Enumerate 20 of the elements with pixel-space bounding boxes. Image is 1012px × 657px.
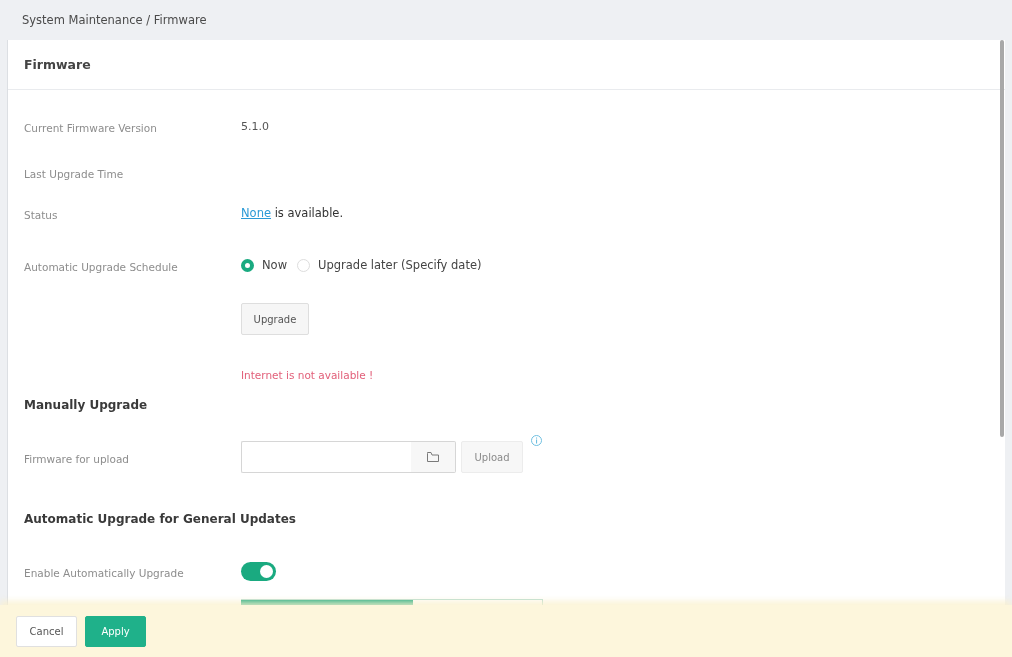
field-label: Last Upgrade Time xyxy=(24,167,124,180)
info-icon xyxy=(531,435,542,446)
field-label: Enable Automatically Upgrade xyxy=(24,566,184,579)
card-title: Firmware xyxy=(24,57,91,72)
field-label: Status xyxy=(24,208,58,221)
status-text: None is available. xyxy=(241,206,344,220)
upgrade-button[interactable]: Upgrade xyxy=(241,303,309,335)
field-label: Firmware for upload xyxy=(24,452,129,465)
section-heading: Automatic Upgrade for General Updates xyxy=(24,511,297,528)
section-heading: Manually Upgrade xyxy=(24,397,149,414)
radio-option[interactable]: Now xyxy=(241,258,288,272)
breadcrumb: System Maintenance / Firmware xyxy=(22,13,207,27)
error-message: Internet is not available ! xyxy=(241,369,374,381)
toggle-switch[interactable] xyxy=(241,561,276,581)
cancel-button[interactable]: Cancel xyxy=(16,615,77,647)
scrollbar-thumb[interactable] xyxy=(1000,40,1004,437)
field-value: 5.1.0 xyxy=(241,119,269,133)
field-label: Current Firmware Version xyxy=(24,121,157,134)
radio-option[interactable]: Upgrade later (Specify date) xyxy=(297,258,482,272)
field-label: Automatic Upgrade Schedule xyxy=(24,260,178,273)
